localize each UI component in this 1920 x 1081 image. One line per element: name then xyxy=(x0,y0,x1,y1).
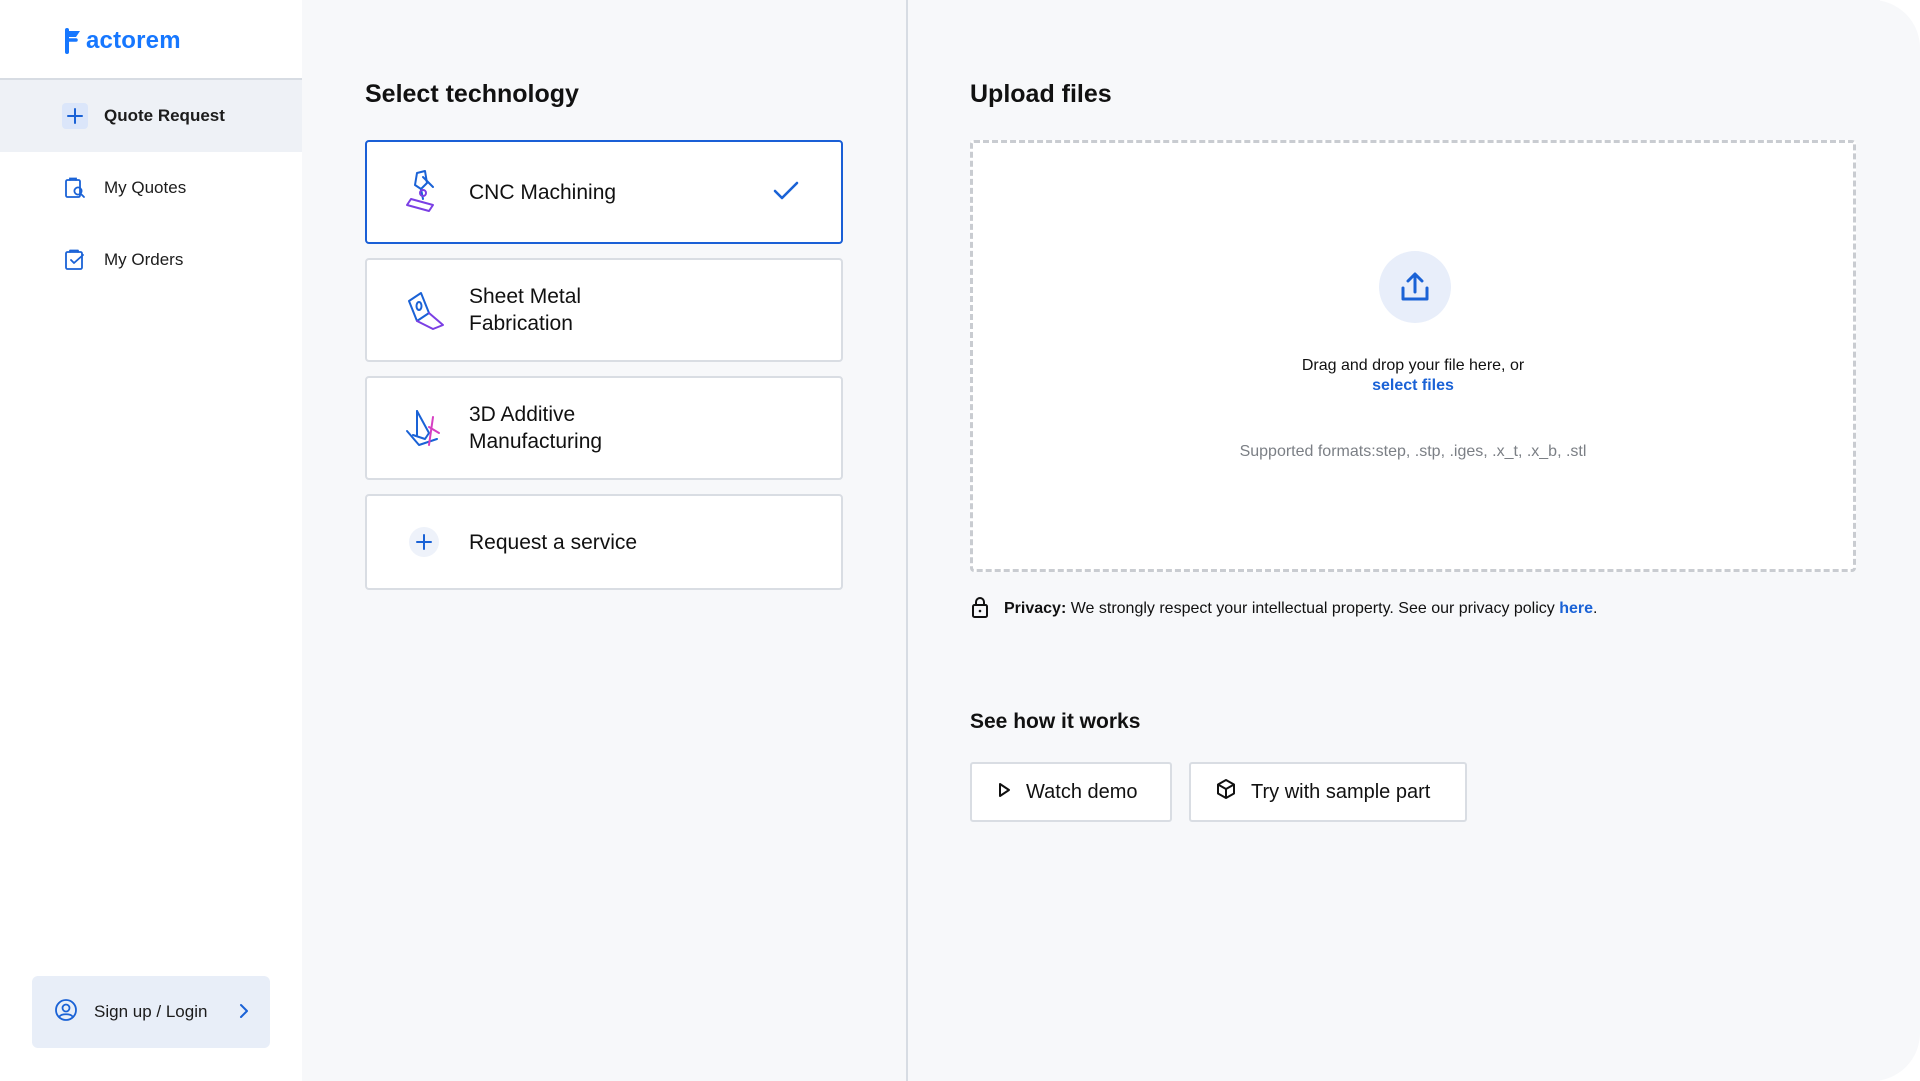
privacy-text: We strongly respect your intellectual pr… xyxy=(1070,600,1555,617)
tech-option-label: 3D Additive Manufacturing xyxy=(469,403,603,453)
supported-formats-text: Supported formats:step, .stp, .iges, .x_… xyxy=(1239,443,1587,460)
3d-printing-icon xyxy=(403,405,445,451)
cube-icon xyxy=(1215,778,1237,806)
tech-option-label: Request a service xyxy=(469,530,638,554)
watch-demo-button[interactable]: Watch demo xyxy=(970,762,1172,822)
try-sample-part-label: Try with sample part xyxy=(1251,780,1431,803)
tech-option-label: Sheet Metal Fabrication xyxy=(469,285,582,335)
tech-option-label: CNC Machining xyxy=(469,180,617,204)
privacy-label: Privacy: xyxy=(1004,600,1067,617)
sidebar-item-label: My Quotes xyxy=(104,178,187,197)
tech-option-sheet-metal[interactable]: Sheet Metal Fabrication xyxy=(365,258,843,362)
tech-option-request-service[interactable]: Request a service xyxy=(365,494,843,590)
plus-circle-icon xyxy=(403,519,445,565)
chevron-right-icon xyxy=(238,1002,250,1025)
sign-up-login-button[interactable]: Sign up / Login xyxy=(32,976,270,1048)
drag-drop-text: Drag and drop your file here, or xyxy=(1301,357,1525,374)
file-dropzone[interactable]: Drag and drop your file here, or select … xyxy=(970,140,1856,572)
user-circle-icon xyxy=(54,998,78,1027)
sidebar-item-quote-request[interactable]: Quote Request xyxy=(0,80,302,152)
tech-option-3d-additive[interactable]: 3D Additive Manufacturing xyxy=(365,376,843,480)
upload-files-title: Upload files xyxy=(970,80,1112,108)
tech-option-cnc-machining[interactable]: CNC Machining xyxy=(365,140,843,244)
play-icon xyxy=(996,781,1012,804)
select-files-link[interactable]: select files xyxy=(1372,377,1454,394)
sidebar: actorem Quote Request My Quotes My Order… xyxy=(0,0,302,1081)
checkmark-icon xyxy=(773,180,799,207)
select-technology-title: Select technology xyxy=(365,80,579,108)
logo-f-icon xyxy=(65,28,80,54)
brand-logo[interactable]: actorem xyxy=(64,26,181,56)
plus-icon xyxy=(62,103,88,129)
column-divider xyxy=(906,0,908,1081)
upload-icon xyxy=(1379,251,1451,323)
sidebar-item-label: My Orders xyxy=(104,250,184,269)
privacy-policy-link[interactable]: here xyxy=(1559,600,1593,617)
lock-icon xyxy=(970,595,990,624)
clipboard-check-icon xyxy=(62,247,88,273)
privacy-end: . xyxy=(1593,600,1598,617)
brand-name: actorem xyxy=(86,27,181,54)
cnc-machining-icon xyxy=(403,169,445,215)
watch-demo-label: Watch demo xyxy=(1026,780,1138,803)
sidebar-item-my-quotes[interactable]: My Quotes xyxy=(0,152,302,224)
sheet-metal-icon xyxy=(403,287,445,333)
sidebar-item-label: Quote Request xyxy=(104,106,225,125)
try-sample-part-button[interactable]: Try with sample part xyxy=(1189,762,1467,822)
privacy-note: Privacy: We strongly respect your intell… xyxy=(970,596,1598,622)
sidebar-item-my-orders[interactable]: My Orders xyxy=(0,224,302,296)
clipboard-search-icon xyxy=(62,175,88,201)
login-label: Sign up / Login xyxy=(94,1002,208,1021)
see-how-it-works-title: See how it works xyxy=(970,710,1141,733)
